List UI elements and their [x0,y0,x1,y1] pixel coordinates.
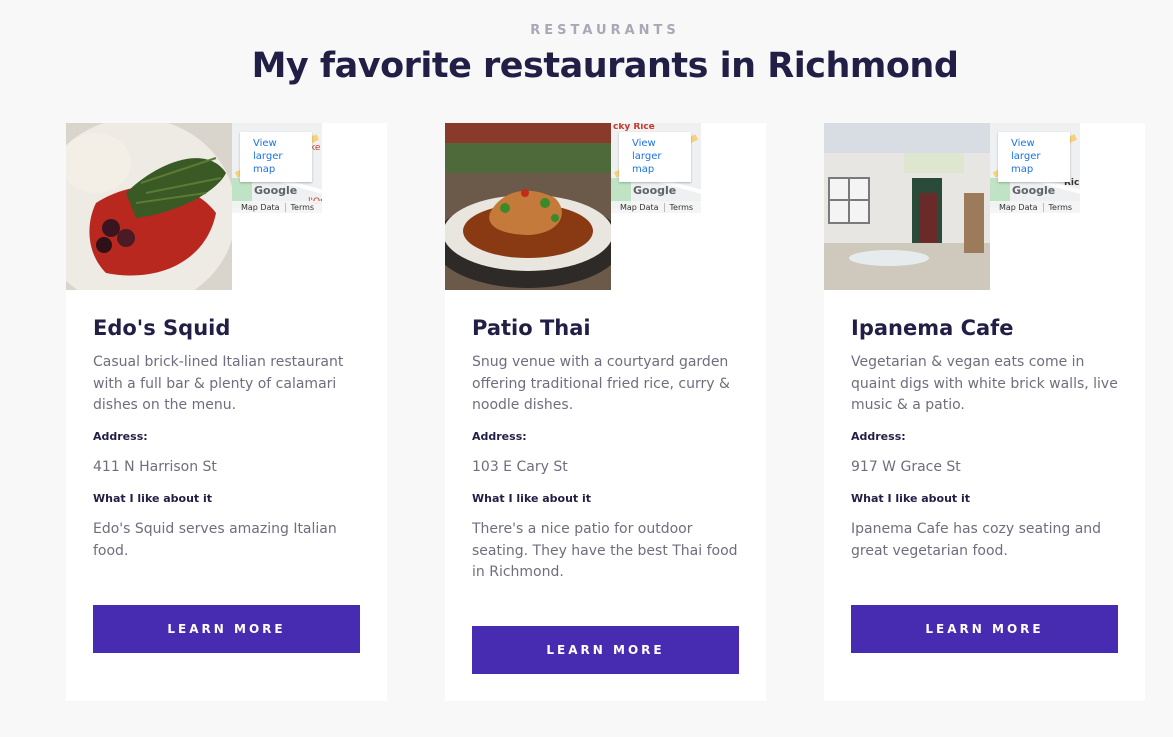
restaurant-description: Casual brick-lined Italian restaurant wi… [93,354,344,414]
restaurant-card: Ric View larger map Google Map Data Term… [824,123,1145,701]
restaurant-name: Patio Thai [472,316,591,340]
restaurant-address: 103 E Cary St [472,459,568,475]
learn-more-button[interactable]: LEARN MORE [93,605,360,653]
like-label: What I like about it [93,492,213,505]
google-logo: Google [1012,184,1056,197]
like-label: What I like about it [472,492,592,505]
map-embed[interactable]: Ric View larger map Google Map Data Term… [990,123,1080,213]
view-larger-map-link[interactable]: View larger map [632,137,672,176]
map-info-box: View larger map [240,132,312,182]
restaurant-photo [824,123,990,290]
page-title: My favorite restaurants in Richmond [251,46,959,86]
restaurant-name: Ipanema Cafe [851,316,1014,340]
map-embed[interactable]: cky Rice View larger map Google Map Data… [611,123,701,213]
map-footer: Map Data Terms [990,201,1080,213]
learn-more-button[interactable]: LEARN MORE [472,626,739,674]
view-larger-map-link[interactable]: View larger map [253,137,293,176]
restaurant-photo [66,123,232,290]
restaurant-card: ke l'On View larger map Google Map Data … [66,123,387,701]
map-data-link[interactable]: Map Data [999,203,1038,212]
restaurant-description: Vegetarian & vegan eats come in quaint d… [851,354,1118,414]
restaurant-like: There's a nice patio for outdoor seating… [472,521,738,581]
address-label: Address: [472,430,527,443]
google-logo: Google [254,184,298,197]
like-label: What I like about it [851,492,971,505]
map-info-box: View larger map [998,132,1070,182]
restaurant-address: 411 N Harrison St [93,459,217,475]
view-larger-map-link[interactable]: View larger map [1011,137,1051,176]
learn-more-button[interactable]: LEARN MORE [851,605,1118,653]
map-terms-link[interactable]: Terms [291,203,315,212]
map-info-box: View larger map [619,132,691,182]
google-logo: Google [633,184,677,197]
restaurant-like: Edo's Squid serves amazing Italian food. [93,521,337,559]
restaurant-card: cky Rice View larger map Google Map Data… [445,123,766,701]
map-embed[interactable]: ke l'On View larger map Google Map Data … [232,123,322,213]
restaurant-name: Edo's Squid [93,316,231,340]
restaurant-description: Snug venue with a courtyard garden offer… [472,354,730,414]
map-footer: Map Data Terms [611,201,701,213]
restaurant-like: Ipanema Cafe has cozy seating and great … [851,521,1102,559]
restaurant-photo [445,123,611,290]
section-eyebrow: RESTAURANTS [530,23,680,38]
map-data-link[interactable]: Map Data [241,203,280,212]
map-data-link[interactable]: Map Data [620,203,659,212]
address-label: Address: [93,430,148,443]
map-footer: Map Data Terms [232,201,322,213]
address-label: Address: [851,430,906,443]
restaurant-address: 917 W Grace St [851,459,961,475]
map-terms-link[interactable]: Terms [670,203,694,212]
map-terms-link[interactable]: Terms [1049,203,1073,212]
